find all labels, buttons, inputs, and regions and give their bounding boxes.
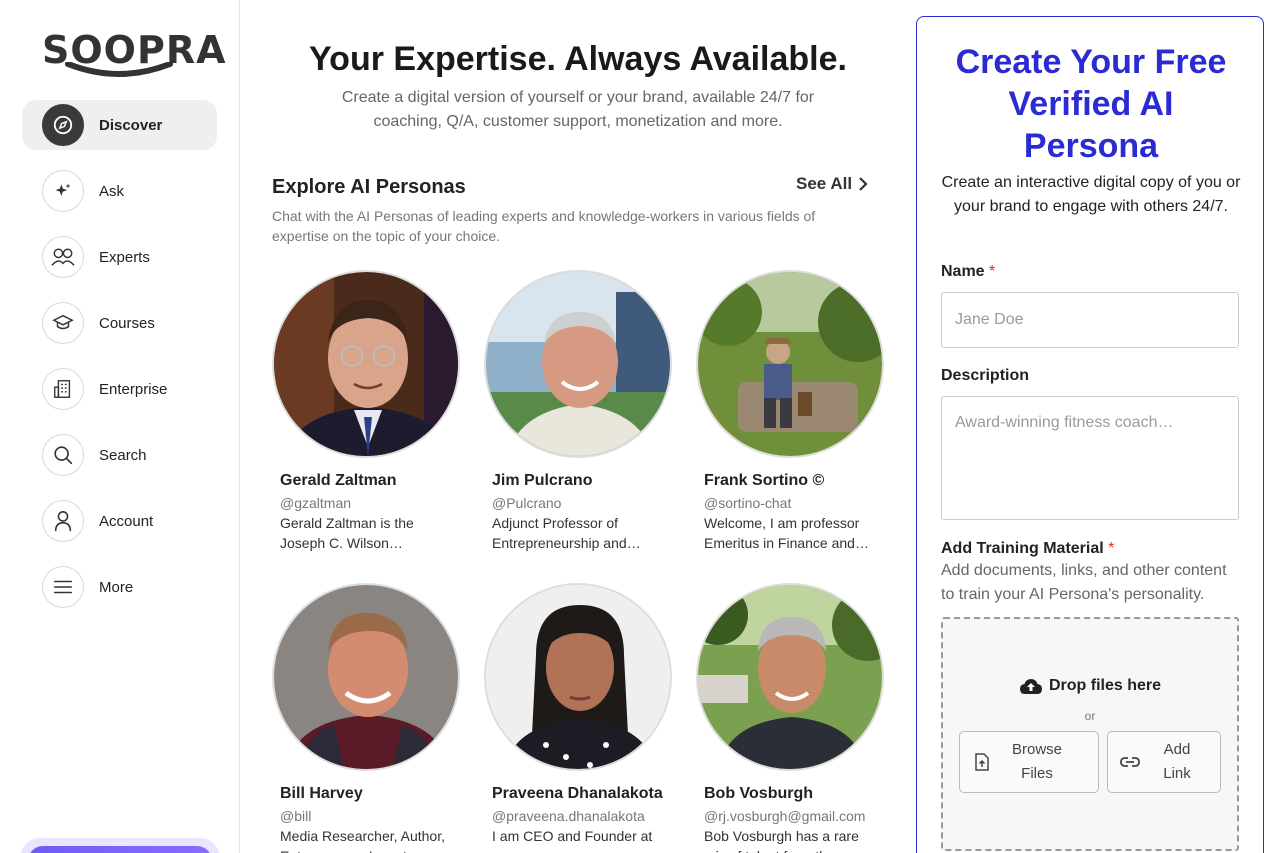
persona-name: Bob Vosburgh (704, 785, 814, 802)
persona-name: Frank Sortino © (704, 472, 825, 489)
persona-photo-bob (698, 585, 882, 769)
see-all-link[interactable]: See All (796, 174, 868, 194)
persona-photo-praveena (486, 585, 670, 769)
browse-files-button[interactable]: Browse Files (959, 731, 1099, 793)
sidebar-cta-fill (28, 846, 212, 853)
logo-smile-icon (65, 62, 173, 77)
avatar[interactable] (696, 270, 884, 458)
persona-handle: @Pulcrano (492, 495, 562, 511)
persona-bio: Bob Vosburgh has a rare mix of talent fr… (704, 828, 859, 853)
sparkle-icon (42, 170, 84, 212)
sidebar-item-label: Account (99, 512, 154, 530)
persona-handle: @rj.vosburgh@gmail.com (704, 808, 866, 824)
persona-card[interactable]: Bill Harvey @bill Media Researcher, Auth… (272, 583, 462, 853)
panel-title: Create Your Free Verified AI Persona (955, 43, 1227, 165)
soopra-logo[interactable]: SOOPRA (42, 30, 226, 78)
sidebar-item-label: Enterprise (99, 380, 168, 398)
sidebar-item-label: Courses (99, 314, 155, 332)
link-icon (1120, 757, 1140, 767)
persona-bio: Gerald Zaltman is the Joseph C. Wilson… (280, 515, 414, 551)
persona-handle: @praveena.dhanalakota (492, 808, 645, 824)
persona-handle: @bill (280, 808, 312, 824)
sidebar-item-label: More (99, 578, 134, 596)
persona-bio: Adjunct Professor of Entrepreneurship an… (492, 515, 641, 551)
persona-handle: @gzaltman (280, 495, 352, 511)
drop-or: or (1084, 709, 1096, 723)
required-mark: * (1108, 540, 1115, 557)
section-title: Explore AI Personas (272, 176, 466, 198)
avatar[interactable] (484, 583, 672, 771)
sidebar-item-label: Search (99, 446, 147, 464)
see-all-label: See All (796, 174, 853, 193)
create-persona-panel: Create Your Free Verified AI Persona Cre… (916, 16, 1264, 853)
name-field[interactable] (941, 292, 1239, 348)
main-content: Your Expertise. Always Available. Create… (240, 0, 916, 853)
drop-title-text: Drop files here (1048, 677, 1162, 694)
sidebar-item-ask[interactable]: Ask (22, 166, 217, 216)
persona-photo-gerald (274, 272, 458, 456)
menu-icon (42, 566, 84, 608)
compass-icon (42, 104, 84, 146)
persona-card[interactable]: Gerald Zaltman @gzaltman Gerald Zaltman … (272, 270, 462, 553)
avatar[interactable] (484, 270, 672, 458)
persona-name: Bill Harvey (280, 785, 363, 802)
avatar[interactable] (272, 583, 460, 771)
persona-photo-jim (486, 272, 670, 456)
persona-card[interactable]: Jim Pulcrano @Pulcrano Adjunct Professor… (484, 270, 674, 553)
persona-card[interactable]: Frank Sortino © @sortino-chat Welcome, I… (696, 270, 886, 553)
name-label-text: Name (941, 263, 985, 280)
persona-card[interactable]: Bob Vosburgh @rj.vosburgh@gmail.com Bob … (696, 583, 886, 853)
sidebar-item-more[interactable]: More (22, 562, 217, 612)
description-label: Description (941, 367, 1030, 384)
persona-bio: I am CEO and Founder at (492, 828, 653, 844)
sidebar-item-label: Ask (99, 182, 125, 200)
training-label: Add Training Material * (941, 540, 1114, 558)
persona-card[interactable]: Praveena Dhanalakota @praveena.dhanalako… (484, 583, 674, 846)
sidebar-item-label: Experts (99, 248, 150, 266)
training-label-text: Add Training Material (941, 540, 1104, 557)
required-mark: * (989, 263, 996, 280)
sidebar-item-discover[interactable]: Discover (22, 100, 217, 150)
persona-bio: Media Researcher, Author, Entrepreneur, … (280, 828, 445, 853)
add-link-label: Add Link (1163, 741, 1191, 782)
file-dropzone[interactable]: Drop files here or Browse Files Add Link (941, 617, 1239, 851)
persona-photo-frank (698, 272, 882, 456)
description-field[interactable] (941, 396, 1239, 520)
chevron-right-icon (859, 177, 868, 191)
people-icon (42, 236, 84, 278)
sidebar: SOOPRA Discover Ask Experts Courses Ente… (0, 0, 240, 853)
panel-subtitle: Create an interactive digital copy of yo… (941, 174, 1241, 215)
drop-title: Drop files here (943, 677, 1237, 695)
sidebar-item-experts[interactable]: Experts (22, 232, 217, 282)
persona-name: Praveena Dhanalakota (492, 785, 663, 802)
building-icon (42, 368, 84, 410)
training-help: Add documents, links, and other content … (941, 562, 1227, 603)
sidebar-item-courses[interactable]: Courses (22, 298, 217, 348)
avatar[interactable] (272, 270, 460, 458)
persona-handle: @sortino-chat (704, 495, 792, 511)
avatar[interactable] (696, 583, 884, 771)
sidebar-cta-button[interactable] (20, 838, 220, 853)
persona-name: Jim Pulcrano (492, 472, 593, 489)
name-label: Name * (941, 263, 995, 281)
page-title: Your Expertise. Always Available. (309, 40, 847, 78)
file-upload-icon (975, 753, 989, 771)
persona-photo-bill (274, 585, 458, 769)
browse-files-label: Browse Files (1011, 741, 1063, 782)
persona-name: Gerald Zaltman (280, 472, 397, 489)
search-icon (42, 434, 84, 476)
add-link-button[interactable]: Add Link (1107, 731, 1221, 793)
sidebar-item-search[interactable]: Search (22, 430, 217, 480)
cloud-upload-icon (1019, 679, 1042, 694)
page-subtitle: Create a digital version of yourself or … (341, 89, 815, 130)
sidebar-item-account[interactable]: Account (22, 496, 217, 546)
section-description: Chat with the AI Personas of leading exp… (272, 208, 816, 244)
graduation-cap-icon (42, 302, 84, 344)
person-icon (42, 500, 84, 542)
persona-bio: Welcome, I am professor Emeritus in Fina… (704, 515, 869, 551)
sidebar-item-enterprise[interactable]: Enterprise (22, 364, 217, 414)
sidebar-item-label: Discover (99, 116, 163, 134)
